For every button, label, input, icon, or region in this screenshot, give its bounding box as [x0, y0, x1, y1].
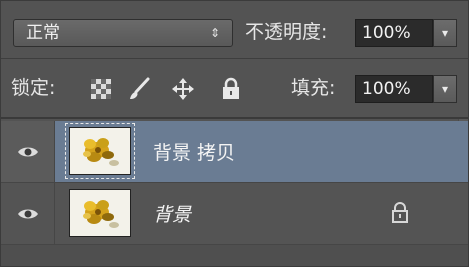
layer-lock-indicator [391, 201, 409, 227]
blend-mode-select[interactable]: 正常 ⇕ [13, 19, 233, 47]
lock-transparent-pixels-icon [91, 79, 111, 99]
visibility-toggle[interactable] [1, 183, 55, 244]
lock-all-button[interactable] [217, 75, 245, 103]
layer-row-background-copy[interactable]: 背景 拷贝 [1, 121, 468, 183]
blend-mode-value: 正常 [26, 23, 60, 43]
opacity-label: 不透明度: [245, 21, 328, 43]
eye-icon [17, 147, 38, 156]
chevron-down-icon: ▾ [441, 82, 449, 96]
padlock-icon [223, 77, 239, 99]
eye-icon [17, 209, 38, 218]
move-arrows-icon [172, 78, 194, 100]
chevron-down-icon: ▾ [441, 26, 449, 40]
layer-row-background[interactable]: 背景 [1, 183, 468, 245]
layer-list-footer [1, 245, 468, 266]
layer-name[interactable]: 背景 拷贝 [153, 121, 235, 182]
fill-input[interactable]: 100% [355, 75, 433, 103]
visibility-toggle[interactable] [1, 121, 55, 182]
blend-opacity-row: 正常 ⇕ 不透明度: 100% ▾ [1, 1, 468, 59]
layer-name[interactable]: 背景 [153, 183, 191, 244]
lock-label: 锁定: [11, 77, 56, 99]
lock-image-pixels-button[interactable] [125, 75, 153, 103]
lock-position-button[interactable] [169, 75, 197, 103]
fill-label: 填充: [291, 77, 336, 99]
flower-thumbnail-image [70, 190, 130, 236]
lock-fill-row: 锁定: 填充: 100% ▾ [1, 59, 468, 119]
fill-dropdown-button[interactable]: ▾ [433, 75, 457, 103]
padlock-icon [392, 202, 408, 223]
layer-thumbnail[interactable] [69, 127, 131, 175]
layer-thumbnail[interactable] [69, 189, 131, 237]
brush-icon [130, 77, 150, 99]
layer-list: 背景 拷贝 背景 [1, 119, 468, 266]
layers-panel: 正常 ⇕ 不透明度: 100% ▾ 锁定: 填充: 100% ▾ 背景 拷贝 背… [0, 0, 469, 267]
opacity-dropdown-button[interactable]: ▾ [433, 19, 457, 47]
flower-thumbnail-image [70, 128, 130, 174]
select-arrows-icon: ⇕ [209, 26, 220, 40]
opacity-input[interactable]: 100% [355, 19, 433, 47]
lock-transparent-pixels-button[interactable] [87, 75, 115, 103]
